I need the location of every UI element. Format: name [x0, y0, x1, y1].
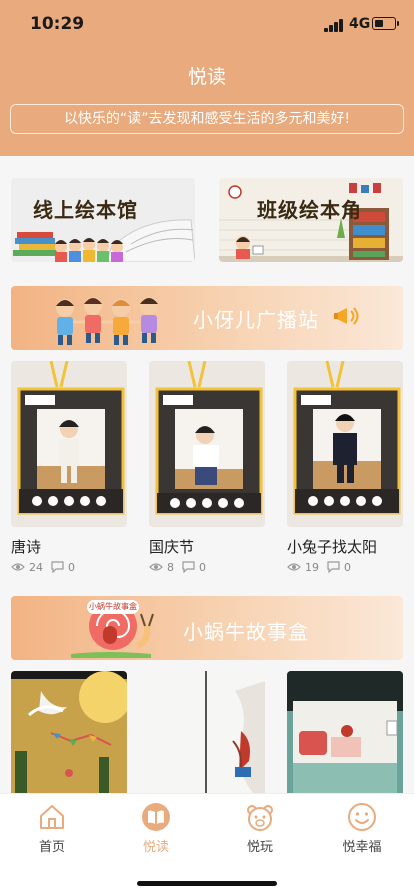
- story-card[interactable]: [287, 671, 403, 793]
- home-icon: [40, 805, 64, 829]
- video-meta: 19 0: [287, 560, 403, 574]
- book-icon: [142, 803, 170, 831]
- video-title: 国庆节: [149, 538, 195, 556]
- tab-label: 悦玩: [246, 840, 273, 855]
- video-meta: 24 0: [11, 560, 127, 574]
- status-bar: 10:29 4G: [0, 0, 414, 50]
- network-type: 4G: [349, 16, 371, 32]
- header: 10:29 4G 悦读 以快乐的“读”去发现和感受生活的多元和美好!: [0, 0, 414, 156]
- megaphone-icon: [334, 307, 359, 325]
- video-thumbnail: [287, 361, 403, 527]
- video-card[interactable]: 小兔子找太阳 19 0: [287, 361, 403, 574]
- tab-play[interactable]: 悦玩: [208, 794, 312, 864]
- story-card[interactable]: [11, 671, 127, 793]
- story-thumbnail: [149, 671, 265, 793]
- comment-icon: [327, 561, 340, 573]
- comment-count: 0: [68, 560, 75, 574]
- eye-icon: [11, 563, 25, 571]
- view-count: 19: [305, 560, 319, 574]
- video-title: 小兔子找太阳: [287, 538, 378, 556]
- bear-icon: [247, 805, 273, 831]
- battery-icon: [372, 17, 399, 30]
- status-time: 10:29: [30, 14, 85, 34]
- tab-read[interactable]: 悦读: [104, 794, 208, 864]
- tab-label: 悦幸福: [342, 840, 382, 855]
- view-count: 24: [29, 560, 43, 574]
- video-meta: 8 0: [149, 560, 265, 574]
- smile-icon: [348, 803, 376, 831]
- tab-happiness[interactable]: 悦幸福: [310, 794, 414, 864]
- online-picture-book-label: 线上绘本馆: [33, 198, 138, 222]
- video-thumbnail: [11, 361, 127, 527]
- page-title: 悦读: [187, 66, 226, 88]
- story-card[interactable]: [149, 671, 265, 793]
- home-indicator[interactable]: [137, 881, 277, 886]
- story-thumbnail: [11, 671, 127, 793]
- story-thumbnail: [287, 671, 403, 793]
- class-picture-book-card[interactable]: 班级绘本角: [219, 178, 403, 262]
- comment-icon: [182, 561, 195, 573]
- comment-icon: [51, 561, 64, 573]
- video-card[interactable]: 国庆节 8 0: [149, 361, 265, 574]
- story-box-section-banner[interactable]: 小蜗牛故事盒 小蜗牛故事盒: [11, 596, 403, 660]
- class-picture-book-label: 班级绘本角: [257, 198, 362, 222]
- signal-icon: [324, 18, 344, 32]
- view-count: 8: [167, 560, 174, 574]
- story-box-badge: 小蜗牛故事盒: [87, 600, 139, 614]
- battery-level: [374, 19, 383, 27]
- tab-label: 悦读: [142, 840, 169, 855]
- online-picture-book-card[interactable]: 线上绘本馆: [11, 178, 195, 262]
- tab-label: 首页: [38, 840, 65, 855]
- video-title: 唐诗: [11, 538, 42, 556]
- broadcast-title: 小伢儿广播站: [193, 308, 319, 332]
- comment-count: 0: [199, 560, 206, 574]
- eye-icon: [287, 563, 301, 571]
- tab-home[interactable]: 首页: [0, 794, 104, 864]
- video-thumbnail: [149, 361, 265, 527]
- video-card[interactable]: 唐诗 24 0: [11, 361, 127, 574]
- comment-count: 0: [344, 560, 351, 574]
- slogan-banner: 以快乐的“读”去发现和感受生活的多元和美好!: [10, 104, 404, 134]
- story-box-title: 小蜗牛故事盒: [183, 620, 309, 644]
- broadcast-section-banner[interactable]: 小伢儿广播站: [11, 286, 403, 350]
- kids-illustration: [56, 297, 158, 345]
- eye-icon: [149, 563, 163, 571]
